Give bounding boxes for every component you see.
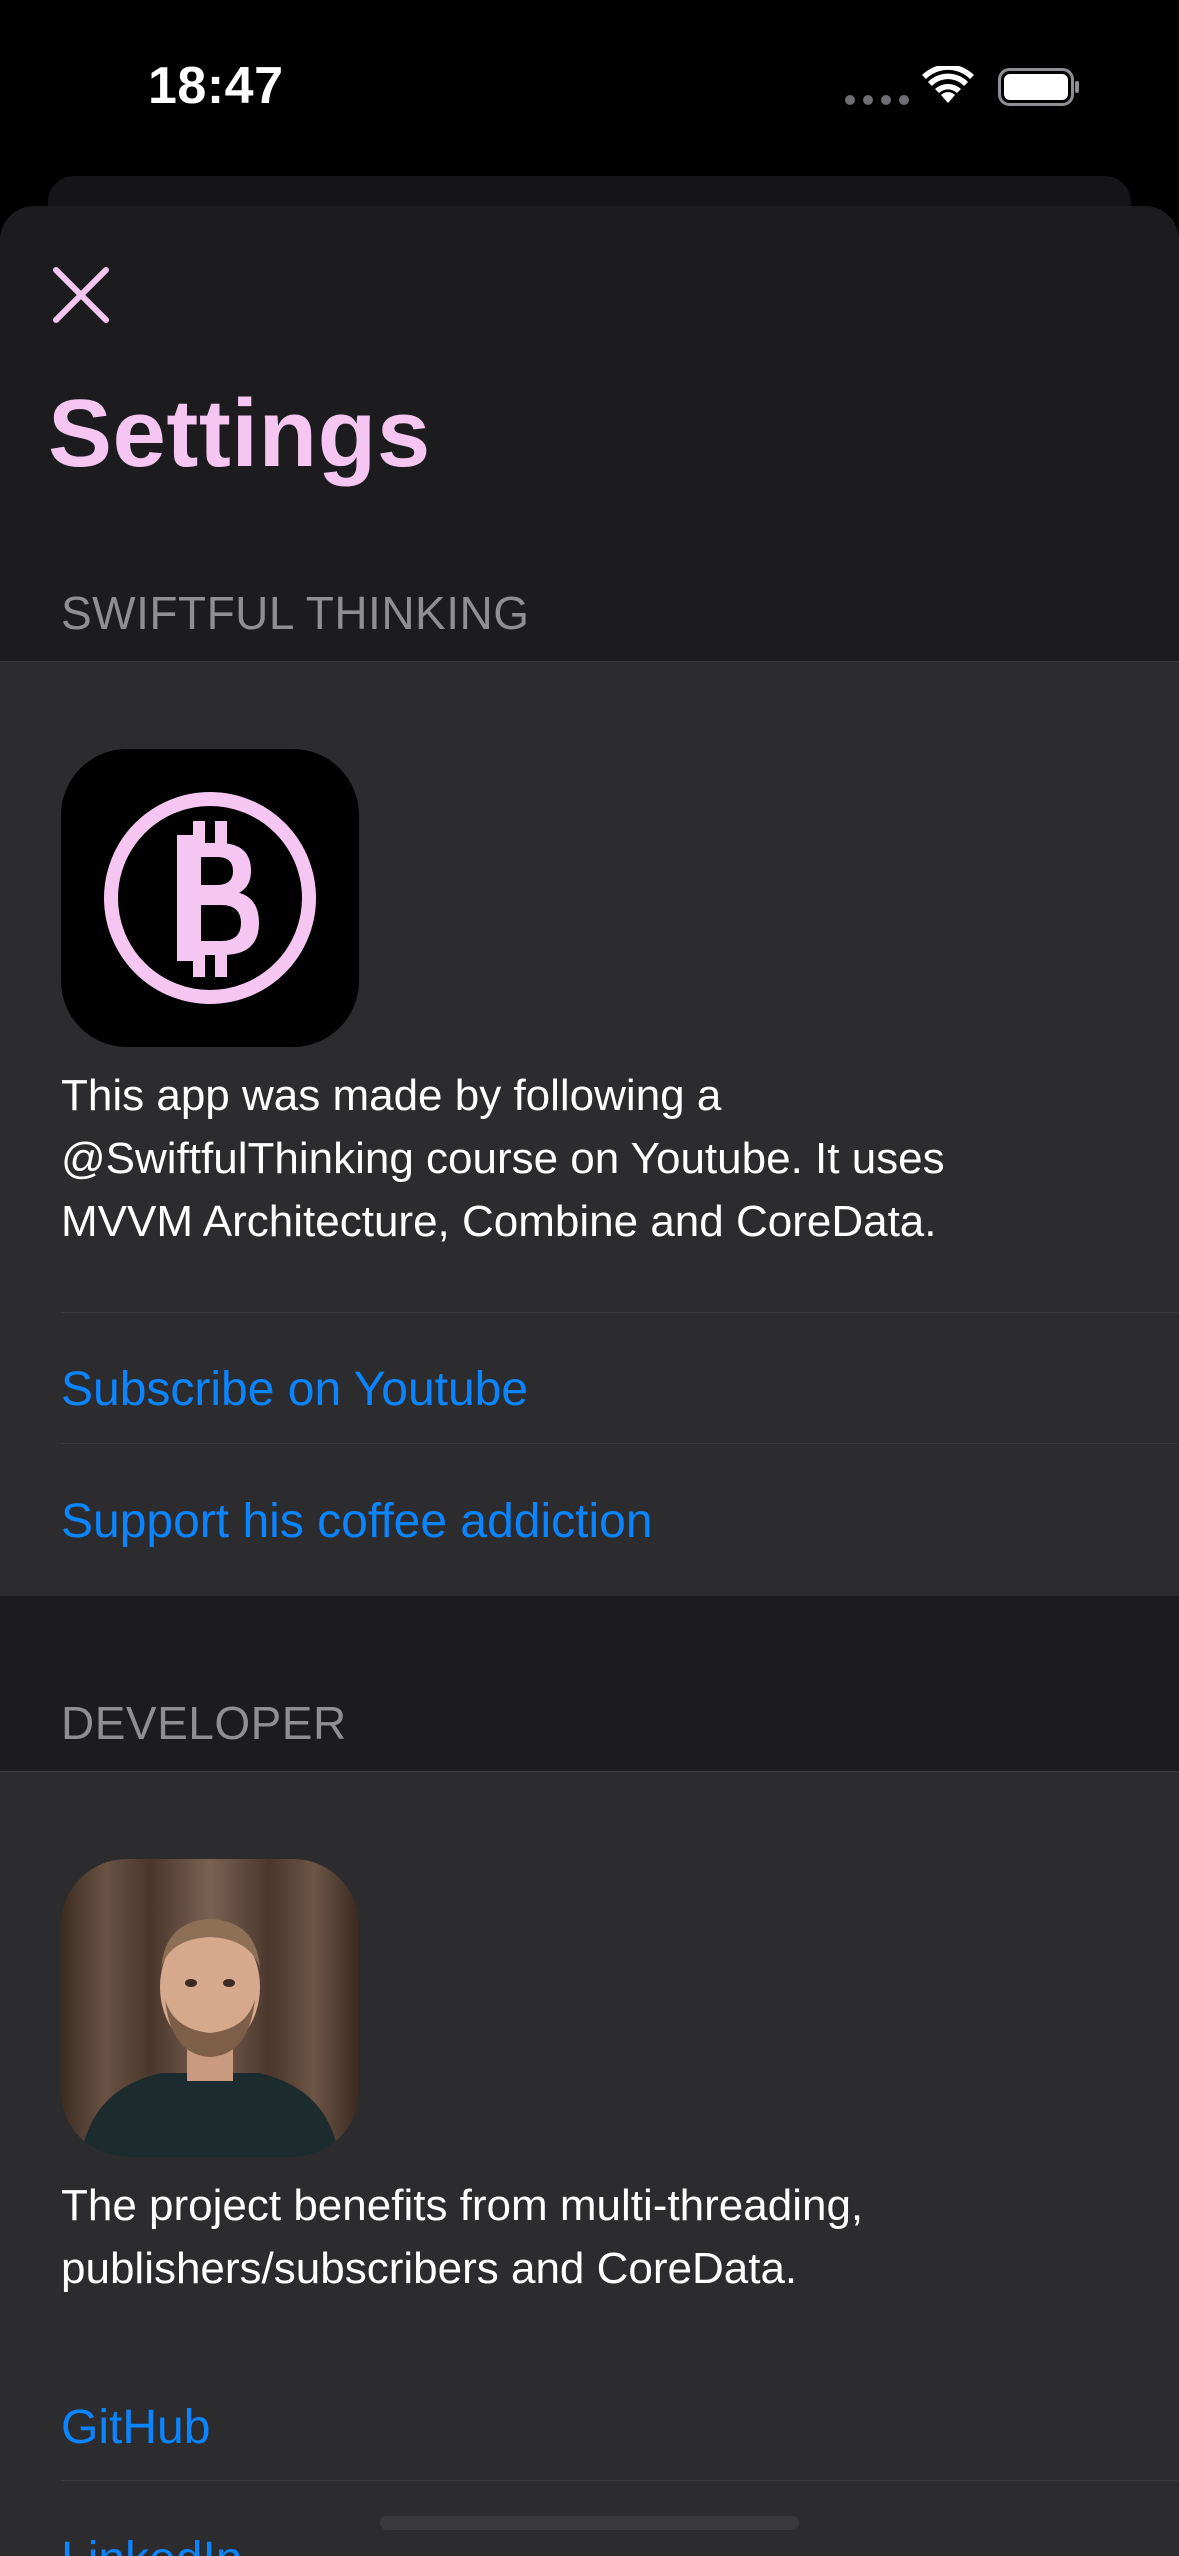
section-header-developer: DEVELOPER [61,1697,347,1749]
page-title: Settings [48,380,431,487]
swiftful-description-line: This app was made by following a [61,1071,722,1120]
github-link[interactable]: GitHub [61,2400,210,2455]
linkedin-link[interactable]: LinkedIn [61,2532,242,2556]
status-bar: 18:47 [0,0,1179,170]
swiftful-description-line: MVVM Architecture, Combine and CoreData. [61,1197,937,1246]
swiftful-thinking-card: This app was made by following a @Swiftf… [0,661,1179,1596]
row-divider [61,2480,1179,2481]
cellular-signal-icon [845,95,909,105]
swiftful-description-line: @SwiftfulThinking course on Youtube. It … [61,1134,945,1183]
subscribe-youtube-link[interactable]: Subscribe on Youtube [61,1362,528,1417]
developer-avatar [61,1859,359,2157]
battery-icon [998,68,1079,106]
support-coffee-link[interactable]: Support his coffee addiction [61,1494,653,1549]
row-divider [61,1443,1179,1444]
row-divider [61,1312,1179,1313]
developer-card: The project benefits from multi-threadin… [0,1771,1179,2556]
developer-description-line: publishers/subscribers and CoreData. [61,2244,798,2293]
status-time: 18:47 [148,57,284,115]
section-header-swiftful-thinking: SWIFTFUL THINKING [61,587,530,639]
close-icon[interactable] [50,264,112,326]
developer-description-line: The project benefits from multi-threadin… [61,2181,864,2230]
bitcoin-icon [61,749,359,1047]
developer-description: The project benefits from multi-threadin… [61,2174,1141,2300]
swiftful-description: This app was made by following a @Swiftf… [61,1064,1141,1253]
settings-sheet: Settings SWIFTFUL THINKING This app was … [0,206,1179,2556]
home-indicator [380,2516,799,2530]
settings-screen: 18:47 Settings SWIFTFUL THINKING This ap… [0,0,1179,2556]
wifi-icon [922,66,974,103]
